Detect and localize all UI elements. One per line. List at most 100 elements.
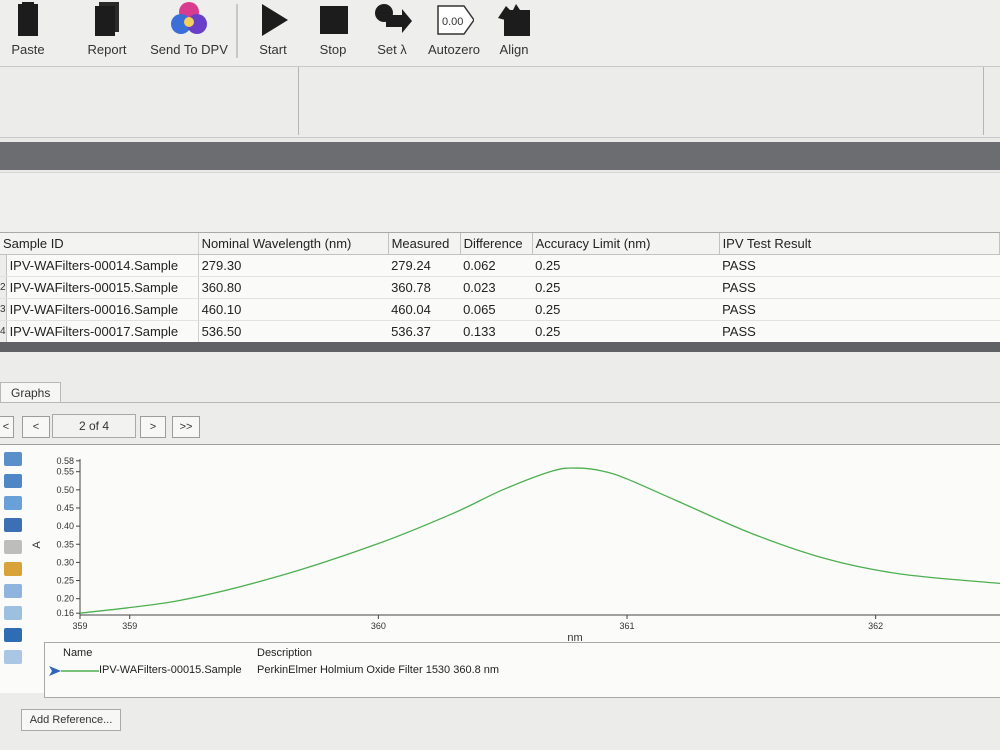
panel-header-bar xyxy=(0,142,1000,170)
y-tick-label: 0.45 xyxy=(56,503,74,513)
fit-icon[interactable] xyxy=(4,496,22,510)
start-button[interactable]: Start xyxy=(254,0,292,64)
col-difference[interactable]: Difference xyxy=(460,233,533,255)
results-table: Sample ID Nominal Wavelength (nm) Measur… xyxy=(0,233,1000,343)
cell-measured: 536.37 xyxy=(388,320,461,343)
autozero-icon-text: 0.00 xyxy=(442,16,463,28)
report-label: Report xyxy=(87,42,127,57)
start-label: Start xyxy=(259,42,287,57)
y-tick-label: 0.16 xyxy=(56,608,74,618)
cell-difference: 0.133 xyxy=(460,320,533,343)
cell-sample-id: IPV-WAFilters-00015.Sample xyxy=(6,276,199,299)
stop-icon xyxy=(313,0,353,40)
cell-nominal: 536.50 xyxy=(198,320,389,343)
send-to-dpv-button[interactable]: Send To DPV xyxy=(150,0,228,64)
stop-button[interactable]: Stop xyxy=(314,0,352,64)
table-row[interactable]: 4 IPV-WAFilters-00017.Sample 536.50 536.… xyxy=(0,320,1000,343)
sub-toolbar-panel xyxy=(0,66,1000,138)
cell-measured: 279.24 xyxy=(388,254,461,277)
label-icon[interactable] xyxy=(4,584,22,598)
table-row[interactable]: IPV-WAFilters-00014.Sample 279.30 279.24… xyxy=(0,254,1000,277)
sub-toolbar-right-pane xyxy=(300,67,984,135)
x-tick-label: 361 xyxy=(620,621,635,631)
set-lambda-label: Set λ xyxy=(377,42,407,57)
legend-header-name: Name xyxy=(63,647,93,659)
chart-tools-sidebar xyxy=(2,448,32,672)
align-button[interactable]: Align xyxy=(494,0,534,64)
send-to-dpv-label: Send To DPV xyxy=(150,42,228,57)
cell-difference: 0.062 xyxy=(460,254,533,277)
results-table-panel: Sample ID Nominal Wavelength (nm) Measur… xyxy=(0,232,1000,343)
cell-accuracy-limit: 0.25 xyxy=(532,298,720,321)
y-tick-label: 0.35 xyxy=(56,539,74,549)
x-tick-label: 362 xyxy=(868,621,883,631)
y-axis-label: A xyxy=(31,541,43,549)
table-row[interactable]: 2 IPV-WAFilters-00015.Sample 360.80 360.… xyxy=(0,276,1000,299)
add-reference-button[interactable]: Add Reference... xyxy=(21,709,121,731)
previous-page-button[interactable]: < xyxy=(22,416,50,438)
first-page-button[interactable]: < xyxy=(0,416,14,438)
col-nominal-wavelength[interactable]: Nominal Wavelength (nm) xyxy=(198,233,389,255)
autozero-button[interactable]: 0.00 Autozero xyxy=(426,0,482,64)
graphs-panel: Graphs < < 2 of 4 > >> 0.16 0.20 0.25 0.30 0… xyxy=(0,352,1000,750)
cell-measured: 360.78 xyxy=(388,276,461,299)
y-tick-label: 0.40 xyxy=(56,521,74,531)
col-sample-id[interactable]: Sample ID xyxy=(0,233,199,255)
x-tick-label: 359 xyxy=(122,621,137,631)
table-row[interactable]: 3 IPV-WAFilters-00016.Sample 460.10 460.… xyxy=(0,298,1000,321)
y-tick-label: 0.50 xyxy=(56,485,74,495)
send-to-dpv-icon xyxy=(169,0,209,40)
x-tick-label: 359 xyxy=(72,621,87,631)
legend-entry[interactable]: IPV-WAFilters-00015.Sample PerkinElmer H… xyxy=(49,663,989,679)
paste-icon xyxy=(8,0,48,40)
main-toolbar: Paste Report Send To DPV Start Stop Set … xyxy=(0,0,1000,66)
grid-icon[interactable] xyxy=(4,650,22,664)
paste-label: Paste xyxy=(11,42,45,57)
cell-sample-id: IPV-WAFilters-00014.Sample xyxy=(6,254,199,277)
cell-accuracy-limit: 0.25 xyxy=(532,320,720,343)
blank-panel xyxy=(0,172,1000,233)
set-lambda-button[interactable]: Set λ xyxy=(372,0,412,64)
cell-difference: 0.065 xyxy=(460,298,533,321)
legend-entry-name: IPV-WAFilters-00015.Sample xyxy=(99,664,242,676)
tab-graphs[interactable]: Graphs xyxy=(0,382,62,403)
table-header-row: Sample ID Nominal Wavelength (nm) Measur… xyxy=(0,233,1000,255)
align-icon xyxy=(494,0,534,40)
toolbar-separator xyxy=(236,4,238,58)
autozero-icon: 0.00 xyxy=(434,0,474,40)
series-line xyxy=(79,467,1000,614)
legend-line-icon xyxy=(49,666,99,676)
cell-sample-id: IPV-WAFilters-00017.Sample xyxy=(6,320,199,343)
overlay-icon[interactable] xyxy=(4,606,22,620)
cell-nominal: 460.10 xyxy=(198,298,389,321)
text-tool-icon[interactable] xyxy=(4,628,22,642)
col-accuracy-limit[interactable]: Accuracy Limit (nm) xyxy=(532,233,720,255)
zoom-x-icon[interactable] xyxy=(4,474,22,488)
page-indicator: 2 of 4 xyxy=(52,414,136,438)
cell-difference: 0.023 xyxy=(460,276,533,299)
chart-legend: Name Description IPV-WAFilters-00015.Sam… xyxy=(44,642,1000,698)
y-tick-label: 0.30 xyxy=(56,557,74,567)
next-page-button[interactable]: > xyxy=(140,416,166,438)
zoom-y-icon[interactable] xyxy=(4,452,22,466)
col-measured[interactable]: Measured xyxy=(388,233,461,255)
disabled-tool-icon xyxy=(4,540,22,554)
cell-sample-id: IPV-WAFilters-00016.Sample xyxy=(6,298,199,321)
cell-nominal: 279.30 xyxy=(198,254,389,277)
y-tick-label: 0.58 xyxy=(56,456,74,466)
cell-result: PASS xyxy=(719,254,1000,277)
peak-pick-icon[interactable] xyxy=(4,562,22,576)
report-button[interactable]: Report xyxy=(84,0,130,64)
stop-label: Stop xyxy=(319,42,347,57)
legend-header-description: Description xyxy=(257,647,313,659)
cell-result: PASS xyxy=(719,298,1000,321)
cell-accuracy-limit: 0.25 xyxy=(532,276,720,299)
splitter-bar[interactable] xyxy=(0,342,1000,352)
y-tick-label: 0.55 xyxy=(56,467,74,477)
col-ipv-test-result[interactable]: IPV Test Result xyxy=(719,233,1000,255)
sub-toolbar-left-pane xyxy=(0,67,299,135)
paste-button[interactable]: Paste xyxy=(8,0,48,64)
play-icon xyxy=(253,0,293,40)
last-page-button[interactable]: >> xyxy=(172,416,200,438)
pan-icon[interactable] xyxy=(4,518,22,532)
